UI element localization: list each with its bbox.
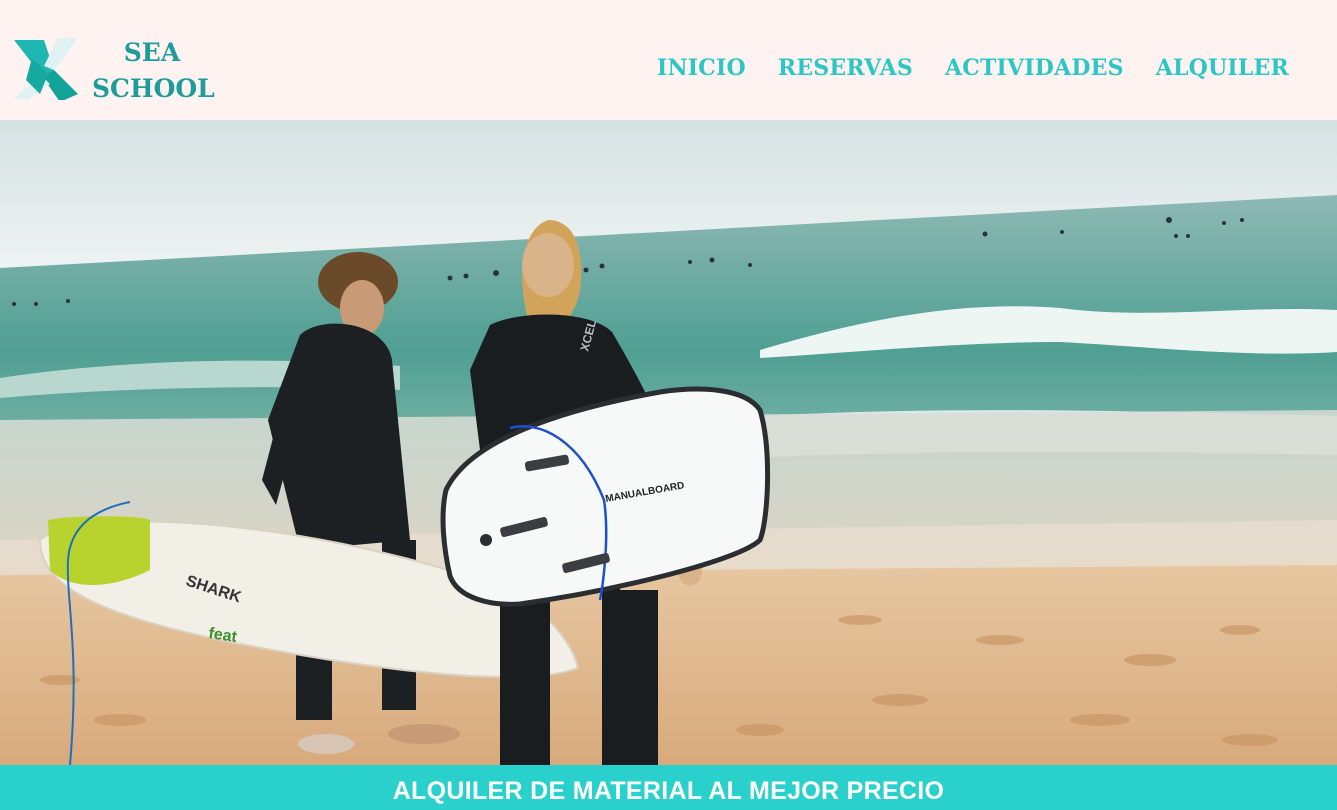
- nav-link-actividades[interactable]: ACTIVIDADES: [945, 55, 1124, 81]
- brand-name: SEA SCHOOL: [92, 35, 215, 107]
- site-header: SEA SCHOOL INICIO RESERVAS ACTIVIDADES A…: [0, 0, 1337, 120]
- promo-banner-text[interactable]: ALQUILER DE MATERIAL AL MEJOR PRECIO: [0, 777, 1337, 806]
- hero-photo: SHARK feat XCEL MANUALBOARD: [0, 120, 1337, 765]
- promo-banner: ALQUILER DE MATERIAL AL MEJOR PRECIO: [0, 765, 1337, 810]
- brand-name-line1: SEA: [123, 38, 181, 67]
- stylized-x-icon: [14, 38, 78, 100]
- brand-logo[interactable]: SEA SCHOOL: [14, 32, 215, 107]
- brand-name-line2: SCHOOL: [92, 74, 215, 103]
- main-nav: INICIO RESERVAS ACTIVIDADES ALQUILER: [657, 50, 1289, 86]
- nav-link-inicio[interactable]: INICIO: [657, 55, 746, 81]
- nav-link-reservas[interactable]: RESERVAS: [778, 55, 913, 81]
- hero-illustration: SHARK feat XCEL MANUALBOARD: [0, 120, 1337, 765]
- nav-link-alquiler[interactable]: ALQUILER: [1156, 55, 1289, 81]
